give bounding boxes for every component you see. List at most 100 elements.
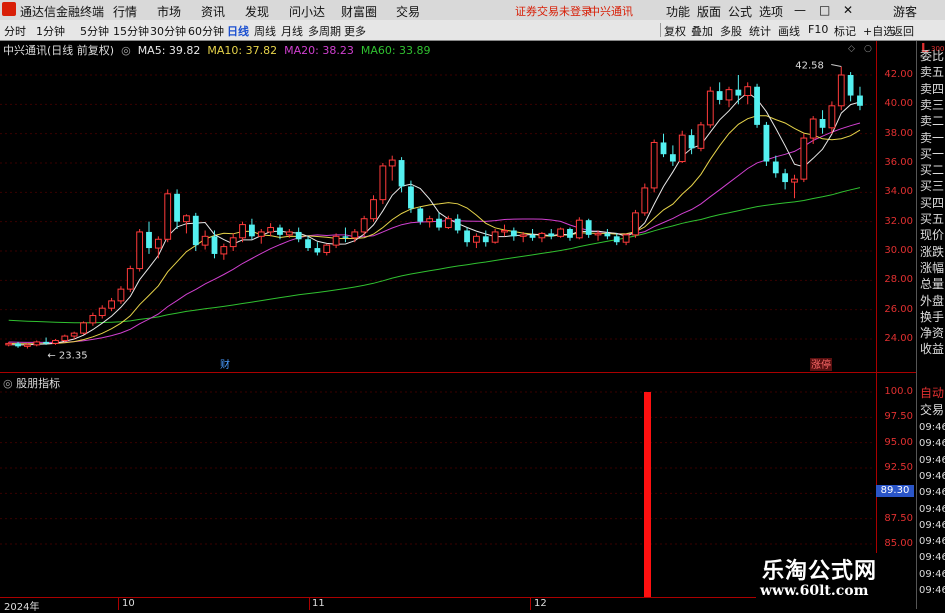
adjust-button[interactable]: 复权 bbox=[664, 23, 686, 39]
candle-body bbox=[632, 212, 639, 236]
menu-layout[interactable]: 版面 bbox=[697, 3, 721, 20]
tab-weekly[interactable]: 周线 bbox=[254, 23, 276, 39]
watermark-title: 乐淘公式网 bbox=[762, 559, 878, 584]
side-field-label: 买四 bbox=[920, 195, 945, 210]
candlestick-chart[interactable]: 42.58 ← 23.35 财 涨停 ◇ ○ bbox=[0, 41, 875, 372]
menu-ask-xiaoda[interactable]: 问小达 bbox=[289, 3, 325, 20]
side-field-label: 收益 bbox=[920, 342, 945, 357]
menu-discover[interactable]: 发现 bbox=[245, 3, 269, 20]
close-icon[interactable]: ✕ bbox=[843, 3, 853, 17]
guest-label[interactable]: 游客 bbox=[893, 3, 917, 20]
side-time-entry: 09:46 bbox=[919, 519, 945, 531]
date-divider bbox=[118, 598, 119, 610]
statistics-button[interactable]: 统计 bbox=[749, 23, 771, 39]
collapse-icon[interactable]: ◇ bbox=[848, 44, 855, 54]
candle-body bbox=[5, 342, 13, 346]
candle-body bbox=[548, 233, 555, 237]
candle-body bbox=[735, 89, 742, 96]
multi-stock-button[interactable]: 多股 bbox=[720, 23, 742, 39]
candle-body bbox=[52, 339, 59, 344]
candle-body bbox=[473, 235, 480, 243]
candle-body bbox=[305, 239, 311, 249]
period-toolbar: 分时 1分钟 5分钟 15分钟 30分钟 60分钟 日线 周线 月线 多周期 更… bbox=[0, 20, 945, 41]
candle-body bbox=[678, 134, 686, 163]
minimize-icon[interactable]: — bbox=[794, 3, 806, 17]
candle-body bbox=[660, 142, 667, 155]
tab-5min[interactable]: 5分钟 bbox=[80, 23, 109, 39]
candle-body bbox=[174, 193, 180, 222]
candle-body bbox=[98, 307, 106, 317]
candle-body bbox=[594, 232, 602, 236]
menu-formula[interactable]: 公式 bbox=[728, 3, 752, 20]
price-tick: 36.00 bbox=[884, 157, 913, 168]
menu-news[interactable]: 资讯 bbox=[201, 3, 225, 20]
maximize-icon[interactable]: □ bbox=[819, 3, 830, 17]
high-price-label: 42.58 bbox=[795, 60, 824, 71]
overlay-button[interactable]: 叠加 bbox=[691, 23, 713, 39]
candle-body bbox=[342, 236, 349, 238]
watermark: 乐淘公式网 www.60lt.com bbox=[756, 553, 916, 603]
side-time-entry: 09:46 bbox=[919, 552, 945, 564]
price-tick: 30.00 bbox=[884, 245, 913, 256]
tab-15min[interactable]: 15分钟 bbox=[113, 23, 149, 39]
tab-more[interactable]: 更多 bbox=[344, 23, 366, 39]
side-time-entry: 09:46 bbox=[919, 585, 945, 596]
back-button[interactable]: 返回 bbox=[892, 23, 914, 39]
add-watchlist-button[interactable]: +自选 bbox=[863, 23, 894, 39]
side-time-entry: 09:46 bbox=[919, 454, 945, 466]
mark-button[interactable]: 标记 bbox=[834, 23, 856, 39]
side-field-label: 换手 bbox=[920, 309, 945, 324]
login-status[interactable]: 证券交易未登录 bbox=[515, 3, 592, 19]
tab-1min[interactable]: 1分钟 bbox=[36, 23, 65, 39]
menu-options[interactable]: 选项 bbox=[759, 3, 783, 20]
menu-wealth-circle[interactable]: 财富圈 bbox=[341, 3, 377, 20]
side-trade-label[interactable]: 交易 bbox=[920, 401, 944, 418]
candle-body bbox=[622, 234, 630, 243]
indicator-tick: 97.50 bbox=[884, 411, 913, 423]
tab-multi-period[interactable]: 多周期 bbox=[308, 23, 341, 39]
price-tick: 38.00 bbox=[884, 127, 913, 139]
app-title: 通达信金融终端 bbox=[20, 5, 105, 19]
candle-body bbox=[650, 141, 658, 189]
side-field-label: 卖五 bbox=[920, 65, 945, 80]
high-pointer bbox=[831, 64, 842, 67]
price-tick: 24.00 bbox=[884, 333, 913, 344]
candle-body bbox=[146, 231, 152, 249]
indicator-current-value: 89.30 bbox=[876, 485, 914, 497]
menu-function[interactable]: 功能 bbox=[666, 3, 690, 20]
side-time-entry: 09:46 bbox=[919, 470, 945, 482]
candle-body bbox=[519, 234, 527, 237]
menu-trade[interactable]: 交易 bbox=[396, 3, 420, 20]
candle-body bbox=[332, 235, 340, 246]
event-mark-finance[interactable]: 财 bbox=[220, 358, 230, 371]
draw-line-button[interactable]: 画线 bbox=[778, 23, 800, 39]
menu-market[interactable]: 市场 bbox=[157, 3, 181, 20]
tab-daily[interactable]: 日线 bbox=[227, 23, 249, 39]
tab-intraday[interactable]: 分时 bbox=[4, 23, 26, 39]
candle-body bbox=[436, 218, 442, 228]
f10-button[interactable]: F10 bbox=[808, 23, 828, 36]
candle-body bbox=[491, 231, 499, 243]
candle-body bbox=[454, 218, 461, 231]
candles-group bbox=[5, 66, 863, 349]
candle-body bbox=[501, 229, 508, 233]
menu-market-quotes[interactable]: 行情 bbox=[113, 3, 137, 20]
candle-body bbox=[108, 300, 115, 309]
menu-bar: 通达信金融终端 行情 市场 资讯 发现 问小达 财富圈 交易 证券交易未登录 中… bbox=[0, 0, 945, 20]
chart-grid bbox=[0, 74, 875, 340]
candle-body bbox=[379, 165, 387, 201]
close-panel-icon[interactable]: ○ bbox=[864, 44, 872, 54]
side-time-entry: 09:46 bbox=[919, 438, 945, 450]
tab-monthly[interactable]: 月线 bbox=[281, 23, 303, 39]
date-divider bbox=[530, 598, 531, 610]
indicator-chart[interactable] bbox=[0, 388, 875, 597]
candle-body bbox=[370, 199, 377, 220]
candle-body bbox=[809, 118, 817, 139]
tab-60min[interactable]: 60分钟 bbox=[188, 23, 224, 39]
event-mark-limit-up[interactable]: 涨停 bbox=[811, 358, 831, 371]
indicator-tick: 85.00 bbox=[884, 538, 913, 549]
side-time-entry: 09:46 bbox=[919, 568, 945, 580]
side-field-label: 涨跌 bbox=[920, 244, 945, 259]
side-auto-trade-label[interactable]: 自动 bbox=[920, 384, 944, 401]
tab-30min[interactable]: 30分钟 bbox=[150, 23, 186, 39]
